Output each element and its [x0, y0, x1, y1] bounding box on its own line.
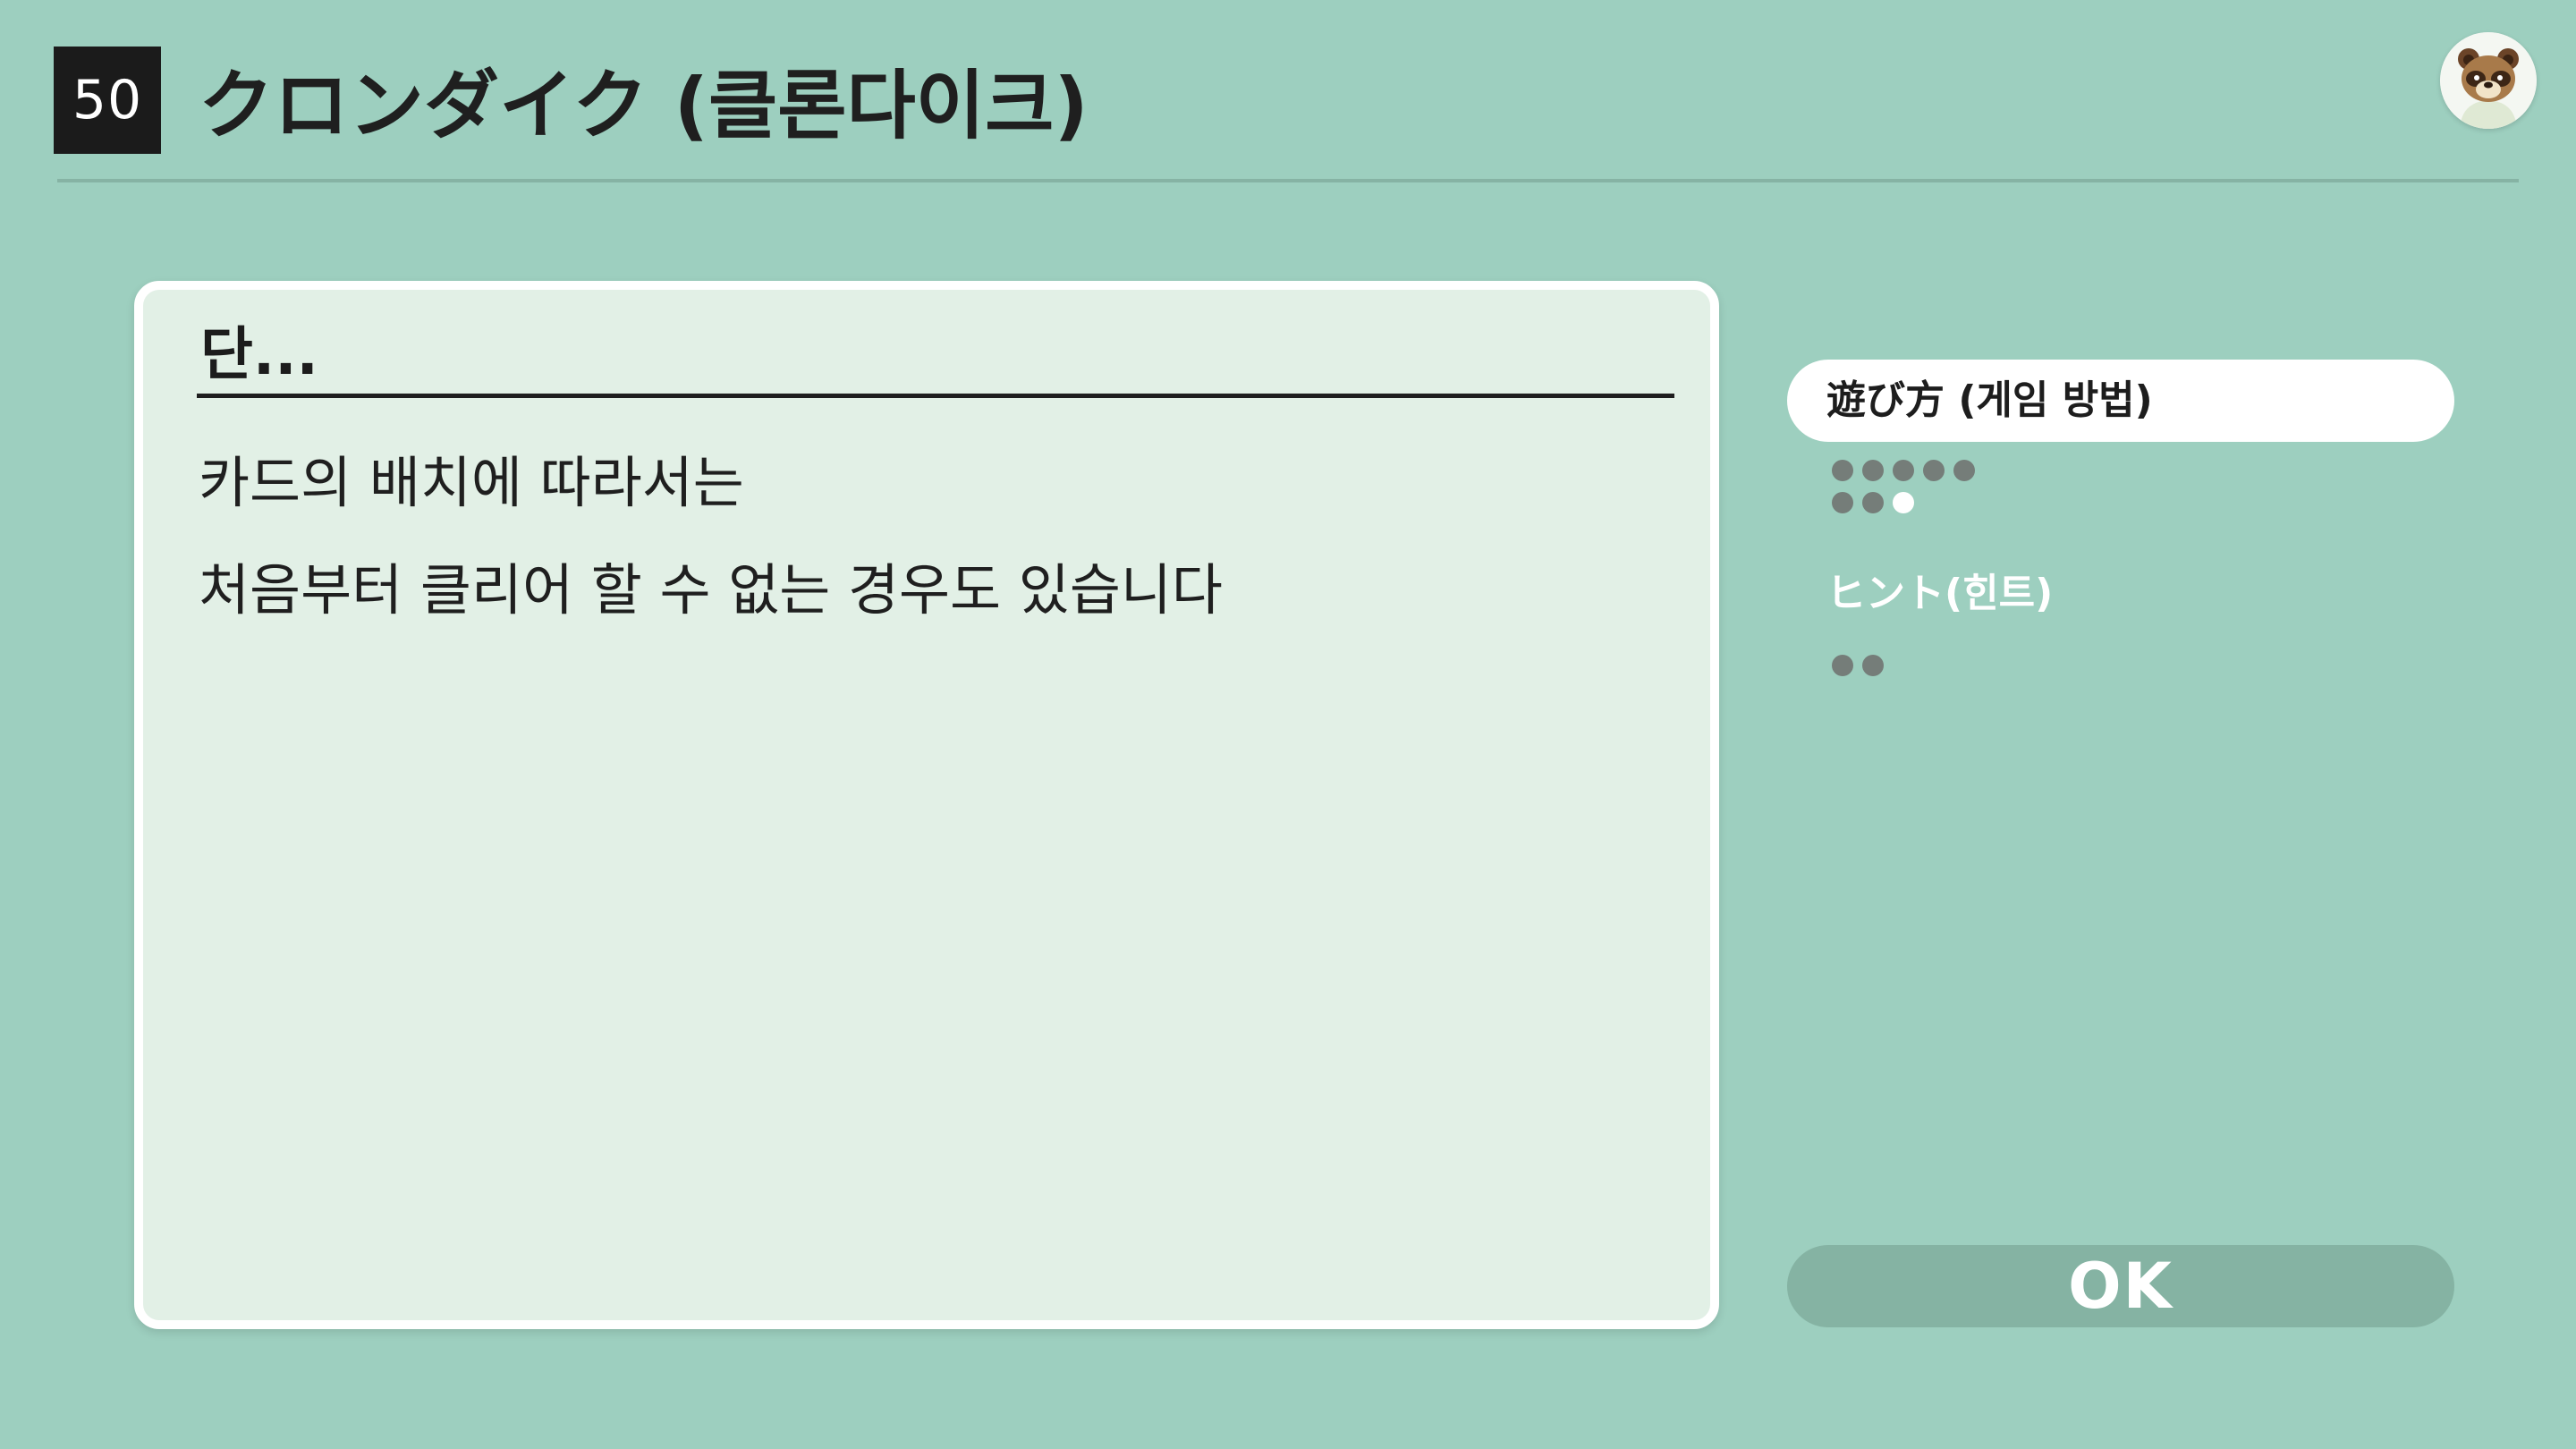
menu-item-how-to-play[interactable]: 遊び方 (게임 방법) — [1787, 360, 2454, 442]
page-indicator-hint — [1832, 655, 2011, 682]
panel-text-line: 처음부터 클리어 할 수 없는 경우도 있습니다 — [199, 557, 1223, 623]
panel-heading: 단... — [200, 322, 318, 388]
page-dot — [1862, 460, 1884, 481]
page-indicator-how-to-play — [1832, 460, 2011, 522]
header: 50 クロンダイク (클론다이크) — [0, 0, 2576, 188]
page-dot — [1893, 460, 1914, 481]
page-dot — [1923, 460, 1945, 481]
info-panel: 단... 카드의 배치에 따라서는 처음부터 클리어 할 수 없는 경우도 있습… — [134, 281, 1719, 1329]
ok-button[interactable]: OK — [1787, 1245, 2454, 1327]
menu-item-hint[interactable]: ヒント(힌트) — [1787, 553, 2454, 635]
page-dot — [1862, 655, 1884, 676]
page-dot — [1862, 492, 1884, 513]
page-dot — [1893, 492, 1914, 513]
page-dot — [1832, 492, 1853, 513]
tom-nook-avatar-icon — [2440, 32, 2537, 129]
panel-divider — [197, 394, 1674, 398]
game-title: クロンダイク (클론다이크) — [199, 62, 1089, 149]
page-dot — [1832, 655, 1853, 676]
panel-text-line: 카드의 배치에 따라서는 — [199, 450, 744, 515]
page-dot — [1953, 460, 1975, 481]
header-divider — [57, 179, 2519, 182]
page-dot — [1832, 460, 1853, 481]
game-number-badge: 50 — [54, 47, 161, 154]
